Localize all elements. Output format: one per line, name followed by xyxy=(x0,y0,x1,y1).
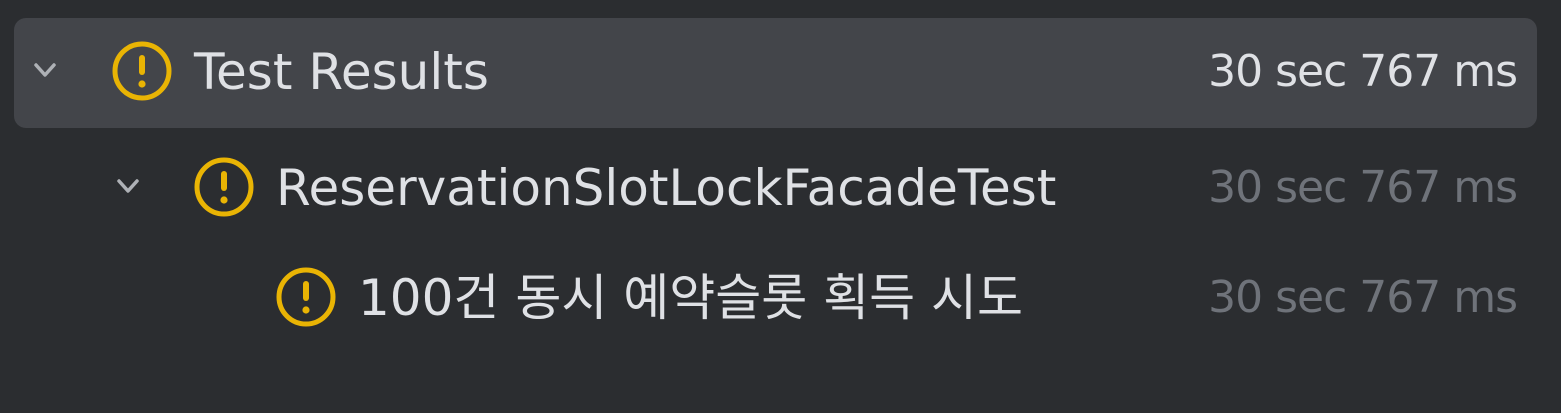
tree-row-label: 100건 동시 예약슬롯 획득 시도 xyxy=(358,269,1024,327)
chevron-down-icon[interactable] xyxy=(34,59,56,81)
warning-circle-icon xyxy=(274,265,338,329)
duration-text: 30 sec 767 ms xyxy=(1208,162,1518,213)
warning-circle-icon xyxy=(110,39,174,103)
chevron-down-icon[interactable] xyxy=(117,175,139,197)
test-results-tree: Test Results 30 sec 767 ms ReservationSl… xyxy=(0,0,1561,413)
tree-row-test-method[interactable]: 100건 동시 예약슬롯 획득 시도 30 sec 767 ms xyxy=(14,244,1537,354)
duration-text: 30 sec 767 ms xyxy=(1208,46,1518,97)
tree-row-test-class[interactable]: ReservationSlotLockFacadeTest 30 sec 767… xyxy=(14,134,1537,244)
warning-circle-icon xyxy=(192,155,256,219)
duration-text: 30 sec 767 ms xyxy=(1208,272,1518,323)
tree-row-test-results[interactable]: Test Results 30 sec 767 ms xyxy=(14,18,1537,128)
tree-row-label: Test Results xyxy=(194,43,489,101)
tree-row-label: ReservationSlotLockFacadeTest xyxy=(276,159,1057,217)
